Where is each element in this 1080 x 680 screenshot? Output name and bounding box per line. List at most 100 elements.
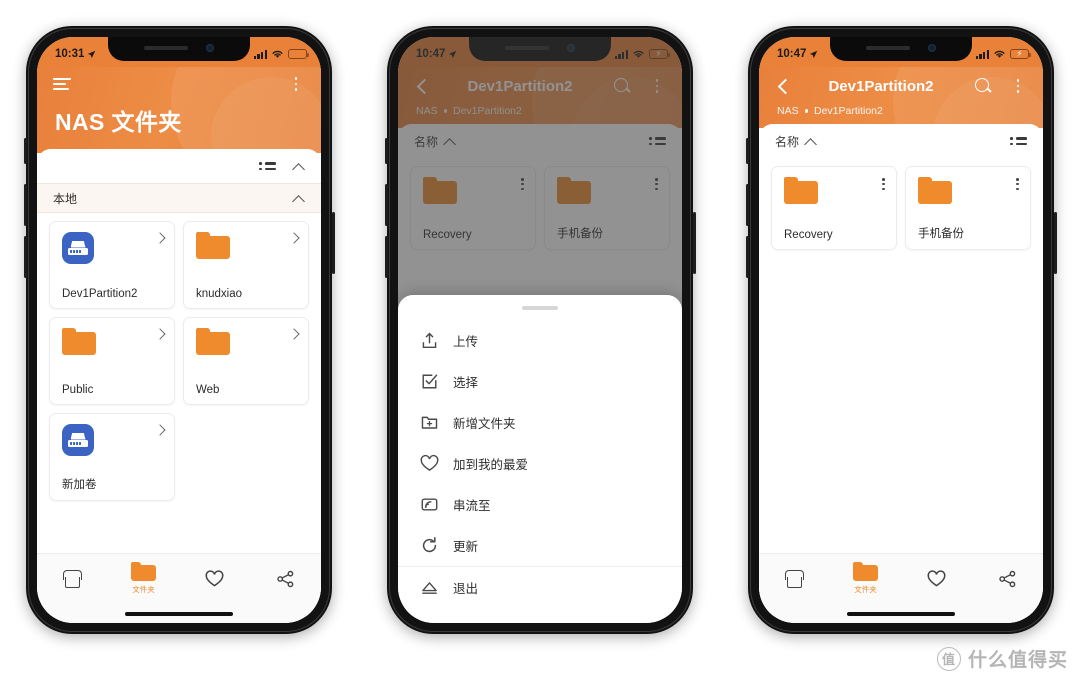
- folder-icon: [131, 562, 156, 582]
- action-label: 选择: [453, 376, 479, 390]
- action-refresh[interactable]: 更新: [398, 525, 682, 566]
- volume-down-button[interactable]: [23, 236, 27, 278]
- bottom-tab-bar: 文件夹: [759, 553, 1043, 605]
- kebab-menu-icon[interactable]: [287, 77, 305, 91]
- action-add-favorite[interactable]: 加到我的最爱: [398, 443, 682, 484]
- cast-stream-icon: [421, 498, 438, 511]
- group-label: 本地: [53, 191, 78, 206]
- item-grid: Dev1Partition2 knudxiao Public Web 新加卷: [37, 213, 321, 553]
- item-label: Web: [196, 384, 220, 396]
- notch: [108, 37, 250, 61]
- folder-icon: [196, 232, 230, 259]
- item-label: Dev1Partition2: [62, 288, 138, 300]
- refresh-icon: [422, 536, 437, 553]
- group-header-local[interactable]: 本地: [37, 183, 321, 213]
- notch: [830, 37, 972, 61]
- list-view-icon[interactable]: [259, 161, 276, 171]
- power-button[interactable]: [331, 212, 335, 274]
- chevron-right-icon: [155, 426, 164, 435]
- back-chevron-icon[interactable]: [775, 77, 793, 95]
- list-item[interactable]: 新加卷: [49, 413, 175, 501]
- tab-files[interactable]: 文件夹: [117, 562, 171, 595]
- nav-bar: Dev1Partition2: [775, 67, 1027, 105]
- volume-up-button[interactable]: [384, 184, 388, 226]
- action-sheet: 上传 选择 新增文件夹 加到我的最爱 串流至 更新 退出: [398, 295, 682, 623]
- list-view-icon[interactable]: [1010, 136, 1027, 146]
- list-item[interactable]: Web: [183, 317, 309, 405]
- list-item[interactable]: knudxiao: [183, 221, 309, 309]
- list-item[interactable]: 手机备份: [905, 166, 1031, 250]
- mute-switch[interactable]: [23, 138, 27, 164]
- chevron-up-icon[interactable]: [292, 160, 305, 173]
- content-sheet: 本地 Dev1Partition2 knudxiao Public Web 新加…: [37, 149, 321, 623]
- mute-switch[interactable]: [745, 138, 749, 164]
- item-label: Recovery: [784, 229, 833, 241]
- tab-files[interactable]: 文件夹: [839, 562, 893, 595]
- hamburger-menu-icon[interactable]: [53, 77, 71, 91]
- location-arrow-icon: [88, 50, 96, 58]
- status-right: ⚡: [975, 49, 1031, 59]
- action-label: 上传: [453, 335, 479, 349]
- kebab-menu-icon[interactable]: [1016, 178, 1019, 191]
- kebab-menu-icon[interactable]: [1009, 79, 1027, 93]
- view-toolbar: 名称: [759, 124, 1043, 158]
- tab-favorites[interactable]: [188, 569, 242, 588]
- phone-action-sheet: 10:47 ⚡: [384, 26, 696, 634]
- tab-share[interactable]: [259, 570, 313, 588]
- kebab-menu-icon[interactable]: [882, 178, 885, 191]
- home-icon: [785, 569, 804, 588]
- home-indicator[interactable]: [37, 605, 321, 623]
- header-row: [53, 67, 305, 101]
- screen: 10:47 ⚡: [759, 37, 1043, 623]
- action-upload[interactable]: 上传: [398, 320, 682, 361]
- volume-up-button[interactable]: [745, 184, 749, 226]
- chevron-right-icon: [155, 234, 164, 243]
- action-select[interactable]: 选择: [398, 361, 682, 402]
- power-button[interactable]: [1053, 212, 1057, 274]
- volume-up-button[interactable]: [23, 184, 27, 226]
- action-new-folder[interactable]: 新增文件夹: [398, 402, 682, 443]
- sort-control[interactable]: 名称: [775, 133, 817, 150]
- tab-label: 文件夹: [132, 585, 155, 594]
- chevron-up-icon[interactable]: [292, 192, 305, 205]
- action-exit[interactable]: 退出: [398, 566, 682, 607]
- action-label: 加到我的最爱: [453, 458, 529, 472]
- item-label: 新加卷: [62, 479, 97, 491]
- power-button[interactable]: [692, 212, 696, 274]
- heart-icon: [205, 569, 224, 587]
- action-label: 新增文件夹: [453, 417, 516, 431]
- mute-switch[interactable]: [384, 138, 388, 164]
- list-item[interactable]: Public: [49, 317, 175, 405]
- breadcrumb-root[interactable]: NAS: [777, 105, 799, 117]
- tab-favorites[interactable]: [910, 569, 964, 588]
- tab-share[interactable]: [981, 570, 1035, 588]
- list-item[interactable]: Recovery: [771, 166, 897, 250]
- search-icon[interactable]: [973, 76, 993, 96]
- home-indicator[interactable]: [759, 605, 1043, 623]
- chevron-up-icon: [804, 135, 817, 148]
- bottom-tab-bar: 文件夹: [37, 553, 321, 605]
- heart-icon: [420, 454, 439, 472]
- folder-icon: [62, 328, 96, 355]
- drag-handle[interactable]: [522, 306, 558, 310]
- app-header: Dev1Partition2 NAS Dev1Partition2: [759, 37, 1043, 197]
- tab-home[interactable]: [768, 569, 822, 588]
- tab-home[interactable]: [46, 569, 100, 588]
- earpiece-speaker: [144, 45, 188, 50]
- status-left: 10:31: [55, 48, 96, 60]
- tab-label: 文件夹: [854, 585, 877, 594]
- wifi-icon: [272, 50, 283, 58]
- volume-down-button[interactable]: [745, 236, 749, 278]
- watermark-logo-icon: 值: [936, 646, 961, 671]
- new-folder-icon: [421, 416, 438, 429]
- volume-down-button[interactable]: [384, 236, 388, 278]
- nas-drive-icon: [62, 424, 94, 456]
- action-stream-to[interactable]: 串流至: [398, 484, 682, 525]
- folder-icon: [918, 177, 952, 204]
- screen: 10:47 ⚡: [398, 37, 682, 623]
- status-right: [253, 49, 309, 59]
- list-item[interactable]: Dev1Partition2: [49, 221, 175, 309]
- watermark-text: 什么值得买: [967, 650, 1068, 671]
- item-label: Public: [62, 384, 94, 396]
- earpiece-speaker: [866, 45, 910, 50]
